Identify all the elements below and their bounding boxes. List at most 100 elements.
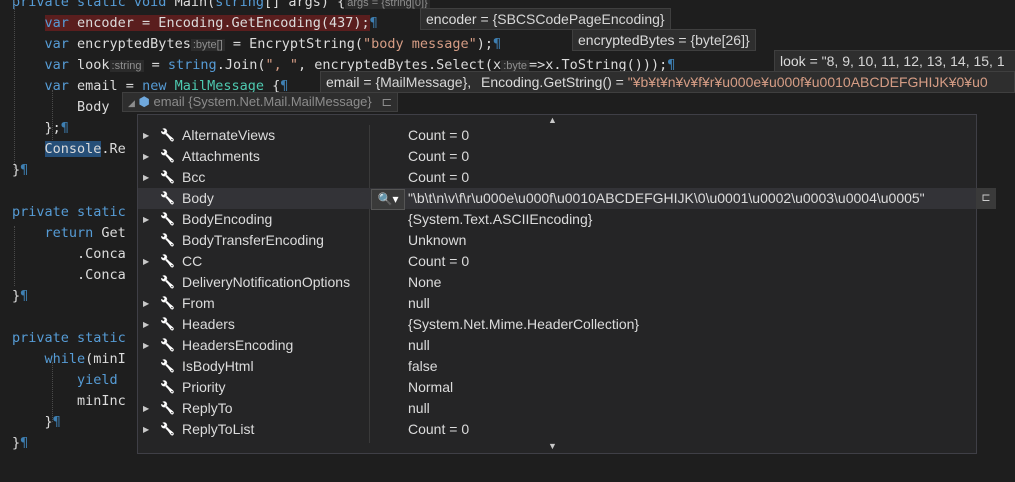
expand-arrow-icon[interactable]: ▶ [143,146,153,167]
wrench-icon: 🔧 [160,254,175,268]
code-line[interactable]: Console.Re [12,139,126,160]
datatip-encoder[interactable]: encoder = {SBCSCodePageEncoding} [420,8,671,30]
scroll-up-icon[interactable]: ▲ [548,115,557,125]
property-name: CC [182,253,203,269]
wrench-icon: 🔧 [160,401,175,415]
indent-guide [14,0,15,170]
code-line[interactable]: yield [12,370,118,391]
code-line[interactable]: while(minI [12,349,126,370]
property-value: Count = 0 [408,253,470,269]
property-row[interactable]: 🔧 Priority Normal [138,377,976,398]
scroll-down-icon[interactable]: ▼ [548,441,557,451]
code-line[interactable]: private static [12,328,126,349]
property-name: Body [182,190,214,206]
datatip-value: "8, 9, 10, 11, 12, 13, 14, 15, 1 [821,53,1005,69]
property-row[interactable]: ▶ 🔧 CC Count = 0 [138,251,976,272]
wrench-icon: 🔧 [160,128,175,142]
property-row[interactable]: ▶ 🔧 HeadersEncoding null [138,335,976,356]
datatip-value: {MailMessage} [375,74,468,90]
datatip-look[interactable]: look = "8, 9, 10, 11, 12, 13, 14, 15, 1 [774,50,1015,72]
property-row[interactable]: ▶ 🔧 Bcc Count = 0 [138,167,976,188]
property-value: null [408,295,430,311]
code-line[interactable]: .Conca [12,244,126,265]
property-value: Count = 0 [408,148,470,164]
datatip-encryptedBytes[interactable]: encryptedBytes = {byte[26]} [572,29,756,51]
datatip-extra-value: "¥b¥t¥n¥v¥f¥r¥u000e¥u000f¥u0010ABCDEFGHI… [627,74,988,90]
expand-arrow-icon[interactable]: ▶ [143,209,153,230]
indent-guide [52,362,53,422]
wrench-icon: 🔧 [160,380,175,394]
property-name: DeliveryNotificationOptions [182,274,351,290]
property-row[interactable]: ▶ 🔧 BodyEncoding {System.Text.ASCIIEncoding… [138,209,976,230]
datatip-email[interactable]: email = {MailMessage}, Encoding.GetStrin… [320,71,1015,93]
property-row[interactable]: ▶ 🔧 Headers {System.Net.Mime.HeaderCollecti… [138,314,976,335]
property-row[interactable]: ▶ 🔧 ReplyToList Count = 0 [138,419,976,440]
hover-type: {System.Net.Mail.MailMessage} [188,94,372,109]
property-value: Unknown [408,232,467,248]
property-row[interactable]: ▶ 🔧 ReplyTo null [138,398,976,419]
property-row[interactable]: 🔧 BodyTransferEncoding Unknown [138,230,976,251]
code-line[interactable]: }¶ [12,412,61,433]
code-line[interactable]: return Get [12,223,126,244]
property-value: Count = 0 [408,169,470,185]
magnifier-icon[interactable]: 🔍▾ [371,189,405,210]
code-line[interactable]: }¶ [12,286,28,307]
pin-icon[interactable]: ⊏ [381,94,392,109]
expand-arrow-icon[interactable]: ▶ [143,167,153,188]
wrench-icon: 🔧 [160,422,175,436]
property-value: Normal [408,379,454,395]
datatip-value: {SBCSCodePageEncoding} [492,11,665,27]
expand-arrow-icon[interactable]: ▶ [143,419,153,440]
code-line[interactable]: }¶ [12,433,28,454]
property-row[interactable]: ▶ 🔧 From null [138,293,976,314]
property-row[interactable]: ▶ 🔧 Attachments Count = 0 [138,146,976,167]
pin-icon[interactable]: ⊏ [976,188,996,209]
wrench-icon: 🔧 [160,338,175,352]
wrench-icon: 🔧 [160,212,175,226]
expand-arrow-icon[interactable]: ▶ [143,335,153,356]
wrench-icon: 🔧 [160,275,175,289]
datatip-name: encryptedBytes [578,32,675,48]
wrench-icon: 🔧 [160,359,175,373]
property-value: {System.Text.ASCIIEncoding} [408,211,593,227]
datatip-name: look [780,53,806,69]
expand-arrow-icon[interactable]: ▶ [143,314,153,335]
property-name: HeadersEncoding [182,337,294,353]
property-name: AlternateViews [182,127,276,143]
property-row[interactable]: 🔧 Body 🔍▾ "\b\t\n\v\f\r\u000e\u000f\u0010AB… [138,188,996,210]
expand-arrow-icon[interactable]: ▶ [143,398,153,419]
property-row[interactable]: ▶ 🔧 AlternateViews Count = 0 [138,125,976,146]
property-row[interactable]: 🔧 IsBodyHtml false [138,356,976,377]
hover-datatip[interactable]: ◢ ⬢ email {System.Net.Mail.MailMessage} … [122,92,399,112]
code-line[interactable]: Body [12,97,110,118]
wrench-icon: 🔧 [160,233,175,247]
wrench-icon: 🔧 [160,170,175,184]
property-name: BodyTransferEncoding [182,232,324,248]
property-value: None [408,274,442,290]
expand-arrow-icon[interactable]: ▶ [143,125,153,146]
code-line[interactable]: private static [12,202,126,223]
property-name: Headers [182,316,235,332]
datatip-value: {byte[26]} [690,32,750,48]
property-value: false [408,358,438,374]
property-value: null [408,400,430,416]
property-name: IsBodyHtml [182,358,254,374]
code-line[interactable]: };¶ [12,118,69,139]
expand-arrow-icon[interactable]: ▶ [143,251,153,272]
property-name: Attachments [182,148,260,164]
property-row[interactable]: 🔧 DeliveryNotificationOptions None [138,272,976,293]
code-line[interactable]: var encryptedBytes:byte[] = EncryptStrin… [12,34,502,55]
expand-arrow-icon[interactable]: ▶ [143,293,153,314]
collapse-arrow-icon[interactable]: ◢ [128,98,135,108]
wrench-icon: 🔧 [160,191,175,205]
code-line[interactable]: private static void Main(string[] args) … [12,0,430,13]
object-icon: ⬢ [138,94,150,109]
code-line[interactable]: minInc [12,391,126,412]
wrench-icon: 🔧 [160,317,175,331]
datatip-properties-popup[interactable]: ▲ ▶ 🔧 AlternateViews Count = 0 ▶ 🔧 Attachments… [137,114,996,454]
hover-name: email [153,94,185,109]
property-name: ReplyTo [182,400,233,416]
property-value: "\b\t\n\v\f\r\u000e\u000f\u0010ABCDEFGHI… [408,190,925,206]
code-line[interactable]: var encoder = Encoding.GetEncoding(437);… [12,13,378,34]
code-line[interactable]: .Conca [12,265,126,286]
